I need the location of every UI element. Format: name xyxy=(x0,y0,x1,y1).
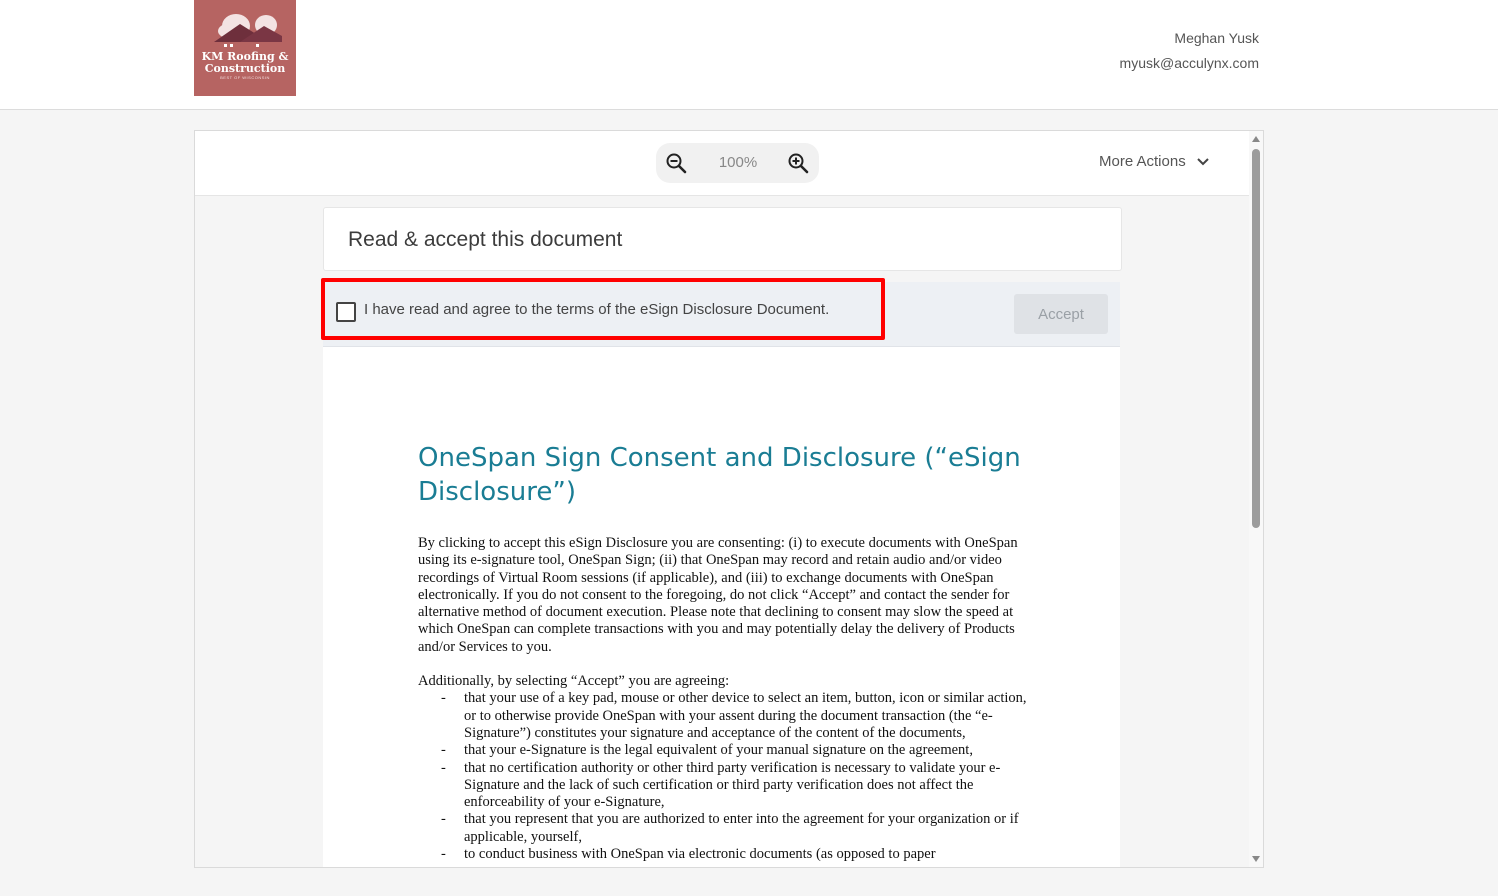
viewer-toolbar: 100% More Actions xyxy=(195,131,1249,196)
chevron-down-icon xyxy=(1197,158,1209,166)
company-logo: KM Roofing & Construction BEST OF WISCON… xyxy=(194,0,296,96)
more-actions-label: More Actions xyxy=(1099,153,1186,170)
zoom-controls: 100% xyxy=(656,143,819,183)
list-item: that you represent that you are authoriz… xyxy=(418,811,1038,846)
zoom-level: 100% xyxy=(718,154,758,171)
accept-button[interactable]: Accept xyxy=(1014,294,1108,334)
zoom-in-icon xyxy=(788,153,809,174)
list-item: that your use of a key pad, mouse or oth… xyxy=(418,690,1038,742)
read-accept-card: Read & accept this document xyxy=(323,207,1122,271)
more-actions-button[interactable]: More Actions xyxy=(1099,153,1210,170)
scrollbar-thumb[interactable] xyxy=(1252,149,1260,528)
list-item: that no certification authority or other… xyxy=(418,760,1038,812)
scroll-down-arrow-icon[interactable] xyxy=(1252,856,1260,862)
agreement-list: that your use of a key pad, mouse or oth… xyxy=(418,690,1038,863)
top-header: KM Roofing & Construction BEST OF WISCON… xyxy=(0,0,1498,110)
logo-house-graphic xyxy=(214,14,282,47)
document-paragraph: By clicking to accept this eSign Disclos… xyxy=(418,535,1018,655)
viewer-scrollbar[interactable] xyxy=(1249,131,1263,867)
list-item: to conduct business with OneSpan via ele… xyxy=(418,846,1038,864)
agree-checkbox-label[interactable]: I have read and agree to the terms of th… xyxy=(364,301,829,318)
consent-bar: I have read and agree to the terms of th… xyxy=(321,278,1120,347)
document-title: OneSpan Sign Consent and Disclosure (“eS… xyxy=(418,443,1021,507)
document-page: OneSpan Sign Consent and Disclosure (“eS… xyxy=(323,347,1120,867)
zoom-out-button[interactable] xyxy=(664,151,688,175)
agree-checkbox[interactable] xyxy=(336,302,356,322)
document-paragraph: Additionally, by selecting “Accept” you … xyxy=(418,673,730,690)
logo-tagline: BEST OF WISCONSIN xyxy=(220,75,270,80)
user-name: Meghan Yusk xyxy=(1174,30,1259,46)
list-item: that your e-Signature is the legal equiv… xyxy=(418,742,1038,760)
user-email: myusk@acculynx.com xyxy=(1119,55,1259,71)
zoom-in-button[interactable] xyxy=(786,151,810,175)
logo-line2: Construction xyxy=(204,62,286,75)
document-viewer: 100% More Actions Read & accept this doc… xyxy=(194,130,1264,868)
user-info: Meghan Yusk myusk@acculynx.com xyxy=(1120,26,1259,76)
card-title: Read & accept this document xyxy=(348,228,623,251)
scroll-up-arrow-icon[interactable] xyxy=(1252,136,1260,142)
logo-text: KM Roofing & Construction xyxy=(194,51,296,75)
zoom-out-icon xyxy=(666,153,687,174)
document-content: OneSpan Sign Consent and Disclosure (“eS… xyxy=(418,441,1038,864)
